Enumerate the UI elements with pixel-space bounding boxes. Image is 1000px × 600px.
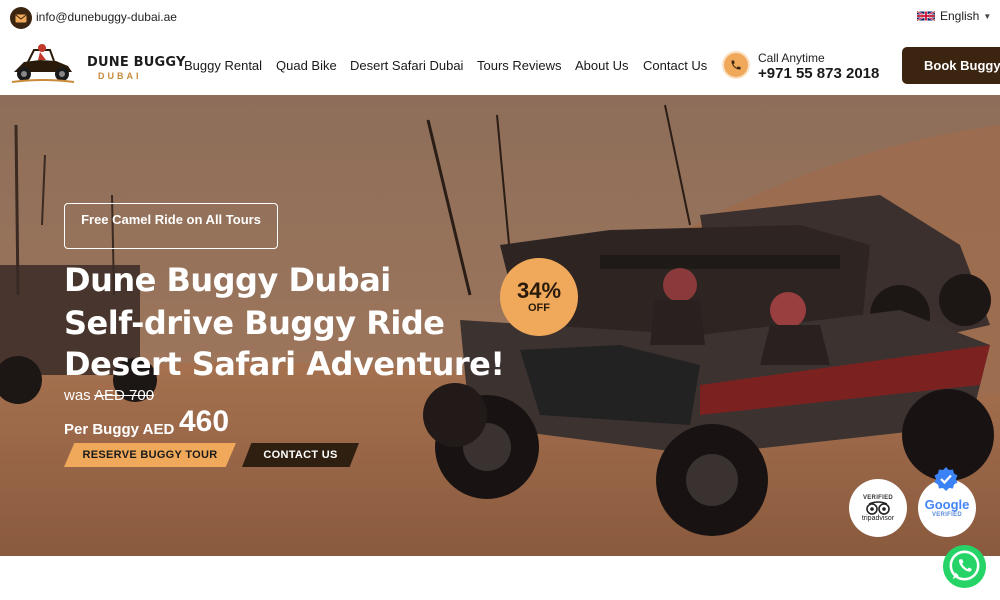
mail-icon[interactable] [10, 7, 32, 29]
promo-free-camel-ride: Free Camel Ride on All Tours [64, 203, 278, 249]
nav-contact-us[interactable]: Contact Us [643, 58, 707, 73]
hero-banner: Free Camel Ride on All Tours Dune Buggy … [0, 95, 1000, 556]
google-name: Google [924, 497, 970, 512]
site-logo[interactable]: DUNE BUGGY DUBAI [10, 40, 185, 88]
reserve-buggy-tour-button[interactable]: RESERVE BUGGY TOUR [64, 443, 236, 467]
main-navbar: DUNE BUGGY DUBAI Buggy Rental Quad Bike … [0, 36, 1000, 95]
book-buggy-button[interactable]: Book Buggy [902, 47, 1000, 84]
old-price: was AED 700 [64, 387, 154, 404]
phone-icon[interactable] [722, 51, 750, 79]
contact-us-button[interactable]: CONTACT US [242, 443, 359, 467]
price-value: 460 [179, 405, 230, 438]
hero-headline-line-1: Dune Buggy Dubai [64, 261, 391, 299]
language-label: English [940, 9, 980, 23]
nav-quad-bike[interactable]: Quad Bike [276, 58, 337, 73]
language-selector[interactable]: English ▼ [917, 9, 991, 23]
whatsapp-icon[interactable] [941, 543, 988, 590]
hero-headline-line-2: Self-drive Buggy Ride [64, 304, 445, 342]
price-prefix: Per Buggy AED [64, 421, 175, 438]
nav-buggy-rental[interactable]: Buggy Rental [184, 58, 262, 73]
nav-about-us[interactable]: About Us [575, 58, 628, 73]
call-label: Call Anytime [758, 51, 825, 65]
chevron-down-icon: ▼ [983, 11, 992, 21]
old-price-prefix: was [64, 387, 91, 404]
verified-check-icon [934, 467, 958, 491]
call-number[interactable]: +971 55 873 2018 [758, 65, 879, 82]
discount-label: OFF [528, 302, 550, 314]
old-price-value: AED 700 [94, 387, 155, 404]
nav-tours-reviews[interactable]: Tours Reviews [477, 58, 562, 73]
buggy-logo-icon [11, 44, 75, 83]
hero-headline-line-3: Desert Safari Adventure! [64, 345, 505, 383]
tripadvisor-name: tripadvisor [861, 514, 895, 522]
top-bar: info@dunebuggy-dubai.ae English ▼ [0, 0, 1000, 36]
discount-badge: 34% OFF [500, 258, 578, 336]
logo-subtitle: DUBAI [98, 71, 142, 81]
nav-desert-safari[interactable]: Desert Safari Dubai [350, 58, 463, 73]
google-verified-label: VERIFIED [931, 512, 963, 518]
tripadvisor-badge[interactable]: VERIFIED tripadvisor [849, 479, 907, 537]
tripadvisor-owl-icon [866, 500, 890, 515]
discount-percent: 34% [516, 278, 562, 303]
email-link[interactable]: info@dunebuggy-dubai.ae [36, 10, 177, 24]
uk-flag-icon [917, 10, 935, 22]
logo-title: DUNE BUGGY [87, 55, 186, 70]
